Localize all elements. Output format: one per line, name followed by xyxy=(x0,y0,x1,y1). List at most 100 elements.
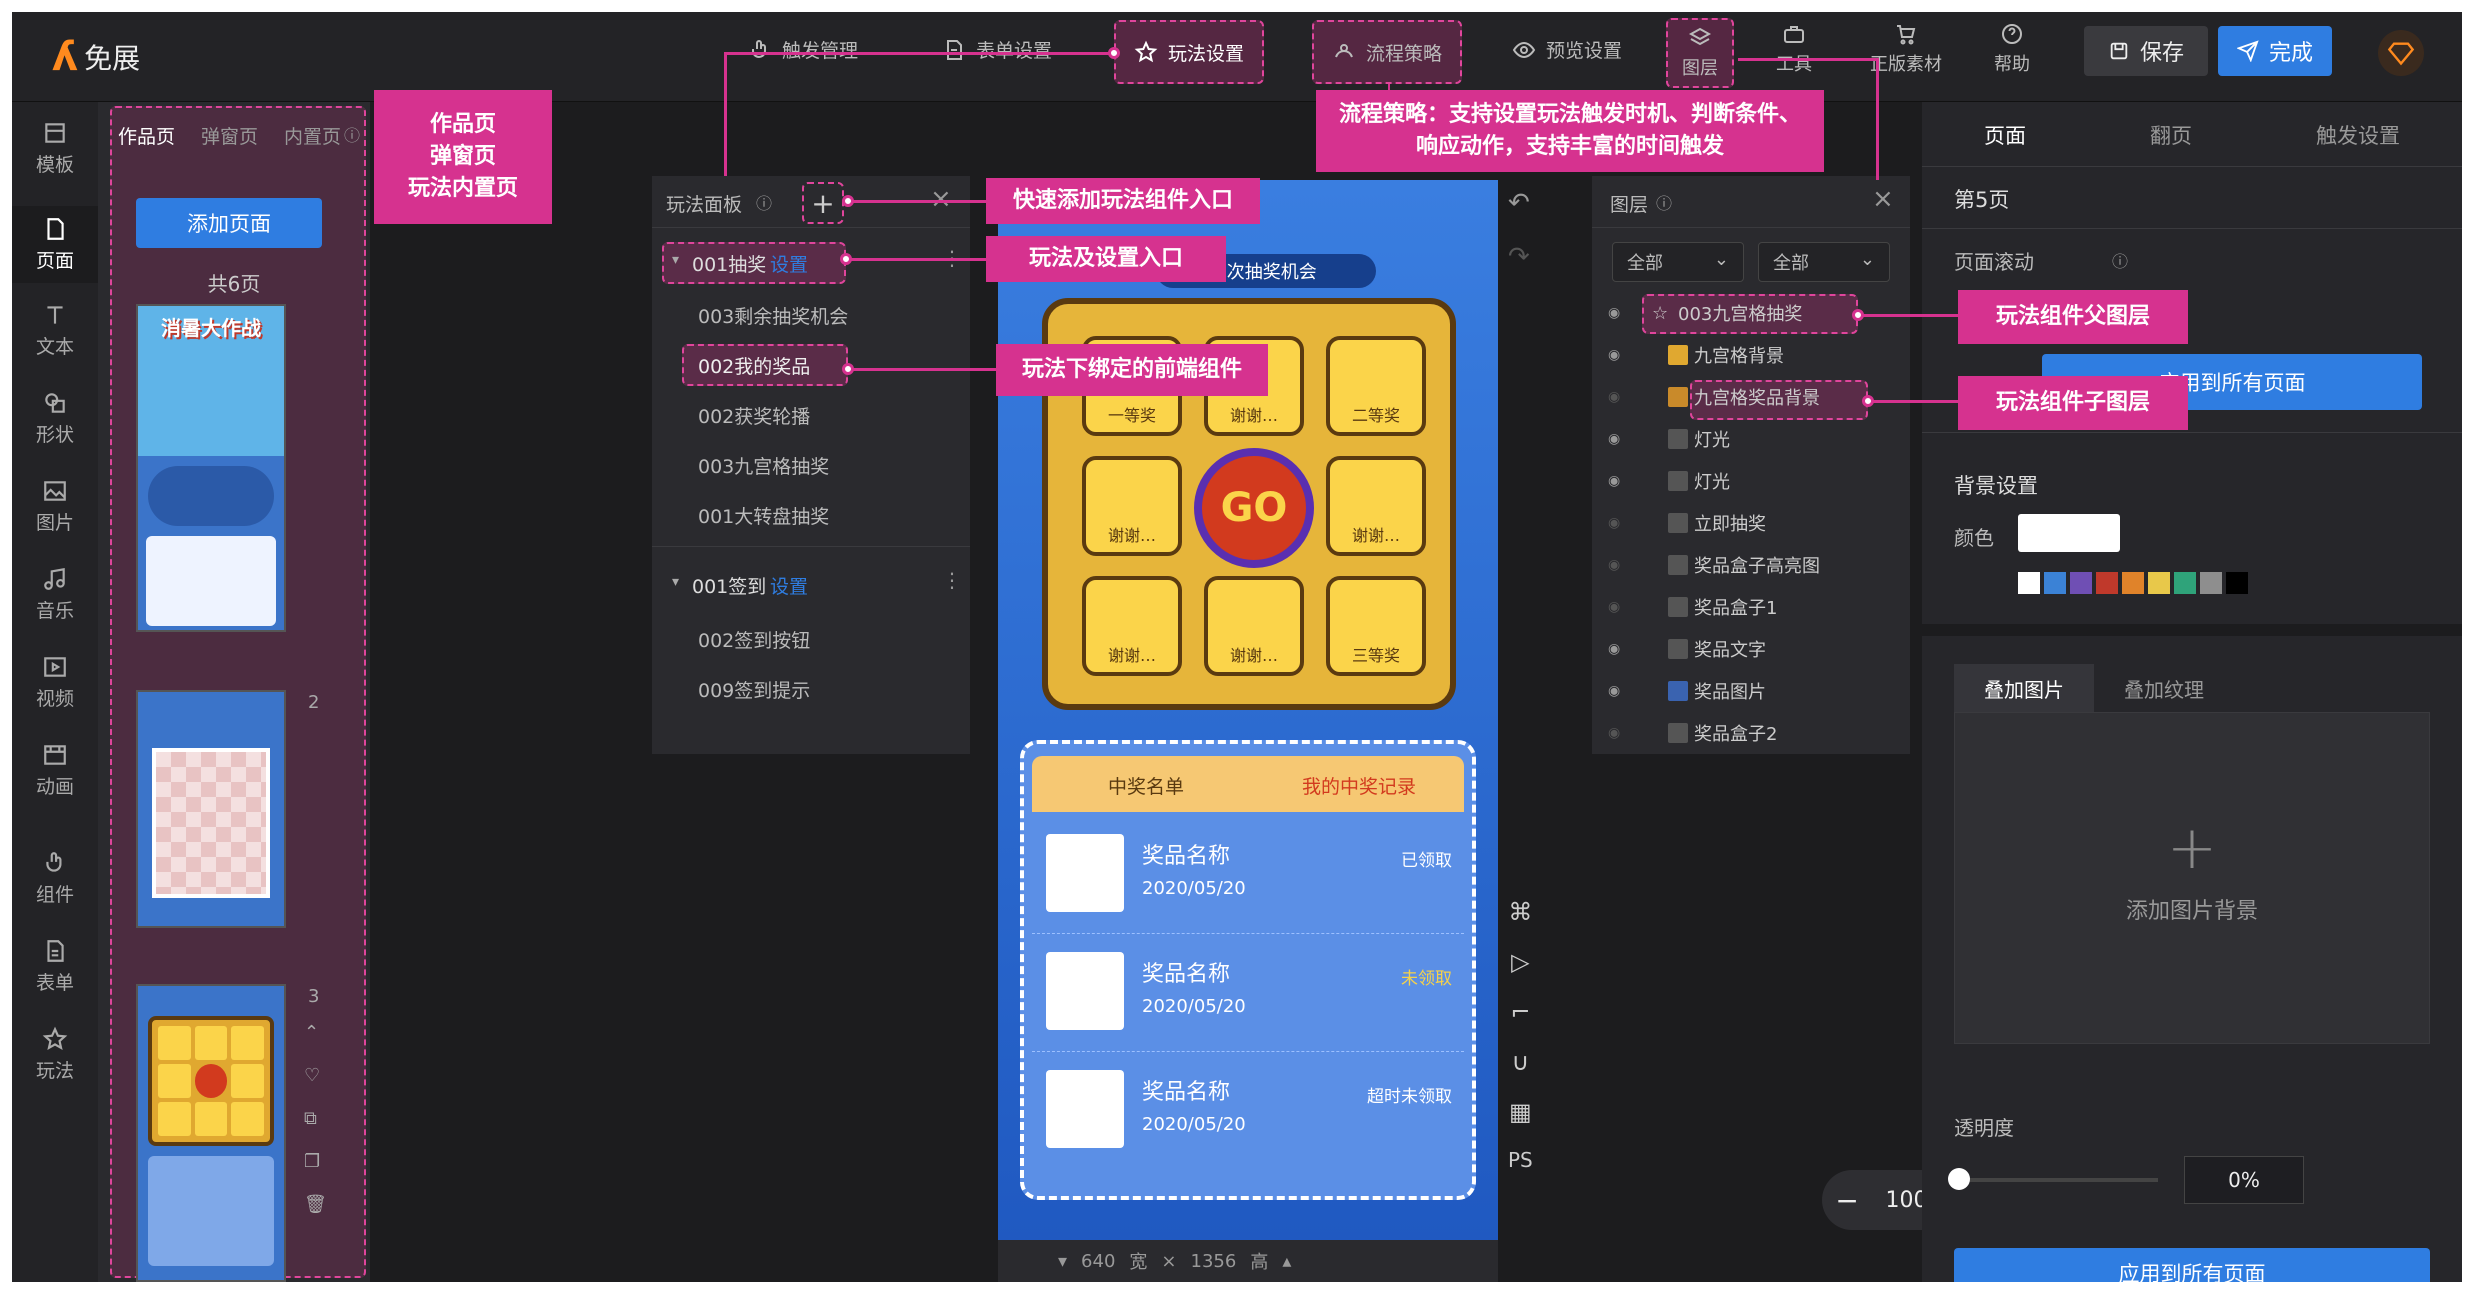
quick-add-button[interactable]: + xyxy=(802,182,844,224)
layer-filter-2[interactable]: 全部 ⌄ xyxy=(1758,242,1890,282)
play-item[interactable]: 009签到提示 xyxy=(698,676,810,703)
tab-works[interactable]: 作品页 xyxy=(118,122,175,149)
grid-cell[interactable]: 谢谢… xyxy=(1082,456,1182,556)
color-picker[interactable] xyxy=(2018,514,2120,552)
chevron-up-icon[interactable]: ⌃ xyxy=(304,1022,327,1043)
nav-flow[interactable]: 流程策略 xyxy=(1312,20,1462,84)
eye-icon[interactable]: ◉ xyxy=(1608,305,1620,321)
duplicate-icon[interactable]: ❐ xyxy=(304,1151,327,1172)
avatar[interactable] xyxy=(2378,30,2424,76)
play-item[interactable]: 002签到按钮 xyxy=(698,626,810,653)
play-item[interactable]: 003九宫格抽奖 xyxy=(698,452,829,479)
layer-filter-1[interactable]: 全部 ⌄ xyxy=(1612,242,1744,282)
opacity-input[interactable]: 0% xyxy=(2184,1156,2304,1204)
command-icon[interactable]: ⌘ xyxy=(1508,898,1532,926)
play-icon[interactable]: ▷ xyxy=(1511,948,1529,976)
nav-preview[interactable]: 预览设置 xyxy=(1512,36,1622,63)
undo-icon[interactable]: ↶ xyxy=(1508,188,1530,218)
apply-all-button-2[interactable]: 应用到所有页面 xyxy=(1954,1248,2430,1282)
heart-icon[interactable]: ♡ xyxy=(304,1065,327,1086)
add-page-button[interactable]: 添加页面 xyxy=(136,198,322,248)
rail-animation[interactable]: 动画 xyxy=(12,742,98,799)
add-bg-image-area[interactable]: + 添加图片背景 xyxy=(1954,712,2430,1044)
play-group-setting[interactable]: 设置 xyxy=(770,250,808,277)
close-icon[interactable]: × xyxy=(930,184,952,214)
eye-icon[interactable]: ◉ xyxy=(1608,725,1620,741)
copy-icon[interactable]: ⧉ xyxy=(304,1108,327,1129)
caret-down-icon[interactable]: ▾ xyxy=(672,574,679,590)
nav-form[interactable]: 表单设置 xyxy=(942,36,1052,63)
color-swatch[interactable] xyxy=(2122,572,2144,594)
layer-row[interactable]: ◉ 灯光 xyxy=(1592,418,1910,460)
grid-icon[interactable]: ▦ xyxy=(1509,1098,1532,1126)
save-button[interactable]: 保存 xyxy=(2084,26,2208,76)
link-icon[interactable]: × xyxy=(1161,1251,1176,1272)
done-button[interactable]: 完成 xyxy=(2218,26,2332,76)
rail-form[interactable]: 表单 xyxy=(12,938,98,995)
go-button[interactable]: GO xyxy=(1194,448,1314,568)
eye-icon[interactable]: ◉ xyxy=(1608,473,1620,489)
tab-overlay-texture[interactable]: 叠加纹理 xyxy=(2094,664,2234,712)
color-swatch[interactable] xyxy=(2018,572,2040,594)
play-item[interactable]: 003剩余抽奖机会 xyxy=(698,302,848,329)
trash-icon[interactable]: 🗑 xyxy=(304,1194,327,1215)
canvas-height[interactable]: 1356 xyxy=(1191,1251,1237,1272)
rail-text[interactable]: 文本 xyxy=(12,302,98,359)
color-swatch[interactable] xyxy=(2226,572,2248,594)
rail-page[interactable]: 页面 xyxy=(12,206,98,283)
eye-icon[interactable]: ◉ xyxy=(1608,641,1620,657)
rail-music[interactable]: 音乐 xyxy=(12,566,98,623)
color-swatch[interactable] xyxy=(2044,572,2066,594)
tab-overlay-image[interactable]: 叠加图片 xyxy=(1954,664,2094,712)
play-group-signin[interactable]: 001签到 xyxy=(692,572,766,599)
layer-row[interactable]: ◉ 奖品图片 xyxy=(1592,670,1910,712)
play-group-lottery[interactable]: 001抽奖 xyxy=(692,250,766,277)
eye-icon[interactable]: ◉ xyxy=(1608,599,1620,615)
grid-cell[interactable]: 谢谢… xyxy=(1326,456,1426,556)
tab-popup[interactable]: 弹窗页 xyxy=(201,122,258,149)
eye-icon[interactable]: ◉ xyxy=(1608,431,1620,447)
nav-assets[interactable]: 正版素材 xyxy=(1870,22,1942,76)
redo-icon[interactable]: ↷ xyxy=(1508,242,1530,272)
layer-row[interactable]: ◉ 奖品盒子2 xyxy=(1592,712,1910,752)
rail-shape[interactable]: 形状 xyxy=(12,390,98,447)
eye-icon[interactable]: ◉ xyxy=(1608,515,1620,531)
nav-help[interactable]: 帮助 xyxy=(1994,22,2030,76)
eye-icon[interactable]: ◉ xyxy=(1608,347,1620,363)
canvas-width[interactable]: 640 xyxy=(1081,1251,1115,1272)
close-icon[interactable]: × xyxy=(1872,184,1894,214)
eye-icon[interactable]: ◉ xyxy=(1608,557,1620,573)
rail-template[interactable]: 模板 xyxy=(12,120,98,177)
caret-down-icon[interactable]: ▾ xyxy=(1058,1251,1067,1272)
more-icon[interactable]: ⋮ xyxy=(942,568,962,592)
tab-builtin[interactable]: 内置页 xyxy=(284,122,341,149)
tab-trigger[interactable]: 触发设置 xyxy=(2316,120,2400,150)
ruler-icon[interactable]: ⌐ xyxy=(1510,998,1530,1026)
eye-icon[interactable]: ◉ xyxy=(1608,389,1620,405)
page-thumb-3[interactable] xyxy=(136,984,286,1282)
caret-up-icon[interactable]: ▴ xyxy=(1282,1251,1291,1272)
nav-trigger[interactable]: 触发管理 xyxy=(748,36,858,63)
color-swatch[interactable] xyxy=(2200,572,2222,594)
rail-play[interactable]: 玩法 xyxy=(12,1026,98,1083)
color-swatch[interactable] xyxy=(2148,572,2170,594)
play-group-setting[interactable]: 设置 xyxy=(770,572,808,599)
caret-down-icon[interactable]: ▾ xyxy=(672,252,679,268)
grid-cell[interactable]: 二等奖 xyxy=(1326,336,1426,436)
grid-cell[interactable]: 谢谢… xyxy=(1204,576,1304,676)
opacity-slider-knob[interactable] xyxy=(1948,1168,1970,1190)
rail-image[interactable]: 图片 xyxy=(12,478,98,535)
opacity-slider-track[interactable] xyxy=(1958,1178,2158,1182)
grid-cell[interactable]: 三等奖 xyxy=(1326,576,1426,676)
magnet-icon[interactable]: ∪ xyxy=(1512,1048,1530,1076)
play-item[interactable]: 002获奖轮播 xyxy=(698,402,810,429)
layer-row[interactable]: ◉ 灯光 xyxy=(1592,460,1910,502)
rail-video[interactable]: 视频 xyxy=(12,654,98,711)
eye-icon[interactable]: ◉ xyxy=(1608,683,1620,699)
layer-row[interactable]: ◉ 奖品文字 xyxy=(1592,628,1910,670)
grid-cell[interactable]: 谢谢… xyxy=(1082,576,1182,676)
nav-play[interactable]: 玩法设置 xyxy=(1114,20,1264,84)
layer-row[interactable]: ◉ 奖品盒子高亮图 xyxy=(1592,544,1910,586)
layer-row[interactable]: ◉ 九宫格背景 xyxy=(1592,334,1910,376)
zoom-out-icon[interactable]: − xyxy=(1835,1184,1858,1217)
